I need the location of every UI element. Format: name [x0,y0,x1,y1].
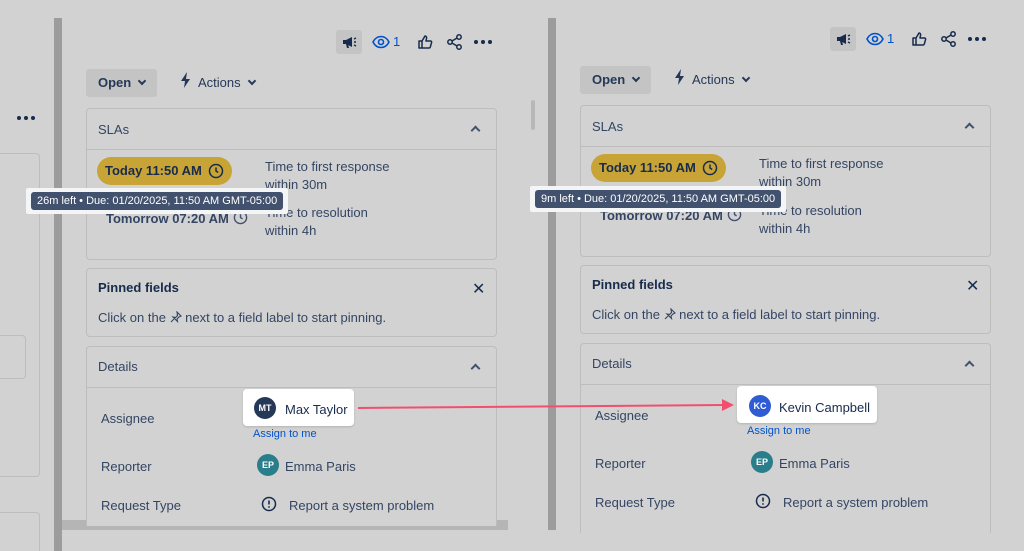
reassignment-arrow [357,399,734,411]
